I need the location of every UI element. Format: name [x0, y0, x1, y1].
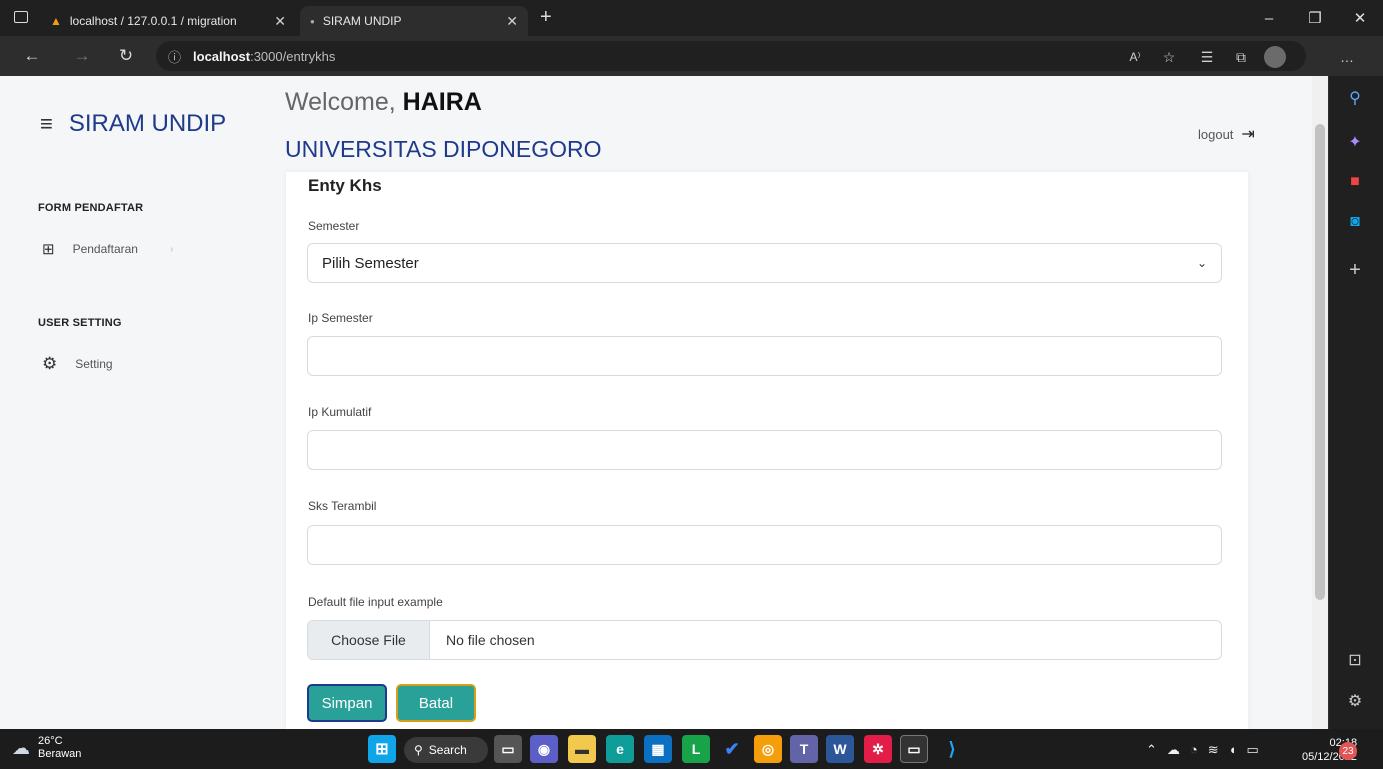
terminal-icon[interactable]: ▭ — [900, 735, 928, 763]
form-icon: ⊞ — [42, 241, 55, 258]
network-icon[interactable]: ◔ — [1190, 742, 1198, 758]
sidebar-item-label: Setting — [75, 357, 113, 371]
cloud-icon: ☁ — [12, 737, 30, 758]
app-l-icon[interactable]: L — [682, 735, 710, 763]
browser-tab-phpmyadmin[interactable]: ▲ localhost / 127.0.0.1 / migration ✕ — [40, 6, 296, 36]
brand-title: SIRAM UNDIP — [68, 110, 227, 137]
read-aloud-icon[interactable]: A⁾ — [1124, 46, 1146, 68]
weather-widget[interactable]: ☁ 26°C Berawan — [12, 735, 81, 761]
section-heading: FORM PENDAFTAR — [38, 202, 144, 214]
ip-kumulatif-input[interactable] — [307, 430, 1222, 470]
more-options-icon[interactable]: … — [1336, 46, 1358, 68]
browser-tab-siram[interactable]: ● SIRAM UNDIP ✕ — [300, 6, 528, 36]
chat-icon[interactable]: ◉ — [530, 735, 558, 763]
store-icon[interactable]: ▦ — [644, 735, 672, 763]
refresh-icon[interactable]: ↻ — [114, 44, 138, 68]
notification-badge[interactable]: 23 — [1339, 742, 1357, 760]
cancel-button[interactable]: Batal — [396, 684, 476, 722]
onedrive-icon[interactable]: ☁ — [1167, 742, 1180, 758]
forward-icon[interactable]: → — [70, 44, 94, 68]
university-name: UNIVERSITAS DIPONEGORO — [285, 136, 602, 162]
favorites-icon[interactable]: ☰ — [1196, 46, 1218, 68]
semester-label: Semester — [308, 219, 360, 233]
ip-semester-label: Ip Semester — [308, 311, 373, 325]
office-icon[interactable]: ■ — [1343, 170, 1367, 194]
file-status: No file chosen — [446, 632, 535, 648]
start-icon[interactable]: ⊞ — [368, 735, 396, 763]
profile-avatar[interactable] — [1264, 46, 1286, 68]
chevron-up-icon[interactable]: ⌃ — [1146, 742, 1157, 758]
collections-icon[interactable]: ⧉ — [1230, 46, 1252, 68]
task-view-icon[interactable]: ▭ — [494, 735, 522, 763]
phpmyadmin-icon: ▲ — [50, 14, 62, 28]
battery-icon[interactable]: ▭ — [1247, 742, 1259, 758]
word-icon[interactable]: W — [826, 735, 854, 763]
sidebar-item-pendaftaran[interactable]: ⊞ Pendaftaran › — [42, 240, 173, 258]
edge-icon[interactable]: e — [606, 735, 634, 763]
restore-icon[interactable]: ❐ — [1292, 0, 1338, 36]
save-button[interactable]: Simpan — [307, 684, 387, 722]
choose-file-button[interactable]: Choose File — [308, 621, 430, 659]
tab-title: SIRAM UNDIP — [322, 14, 402, 28]
ip-kumulatif-label: Ip Kumulatif — [308, 405, 372, 419]
logout-link[interactable]: logout ⇥ — [1198, 124, 1255, 144]
wifi-icon[interactable]: ≋ — [1208, 742, 1219, 758]
copilot-icon[interactable]: ✦ — [1343, 130, 1367, 154]
favorite-star-icon[interactable]: ☆ — [1158, 46, 1180, 68]
close-icon[interactable]: ✕ — [274, 13, 286, 30]
new-tab-icon[interactable]: + — [540, 6, 552, 29]
menu-icon[interactable]: ≡ — [40, 111, 53, 137]
chevron-down-icon: ⌄ — [1196, 256, 1207, 270]
chevron-right-icon: › — [169, 243, 174, 255]
weather-text: Berawan — [38, 748, 82, 760]
window-close-icon[interactable]: ✕ — [1337, 0, 1383, 36]
volume-icon[interactable]: ◖ — [1229, 742, 1237, 758]
search-icon: ⚲ — [414, 743, 423, 757]
xampp-icon[interactable]: ✲ — [864, 735, 892, 763]
teams-icon[interactable]: T — [790, 735, 818, 763]
vscode-icon[interactable]: ⟩ — [938, 735, 966, 763]
gear-icon: ⚙ — [42, 354, 58, 373]
sks-input[interactable] — [307, 525, 1222, 565]
settings-icon[interactable]: ⚙ — [1343, 689, 1367, 713]
file-explorer-icon[interactable]: ▬ — [568, 735, 596, 763]
close-icon[interactable]: ✕ — [506, 13, 518, 30]
user-name: HAIRA — [402, 88, 482, 116]
sks-label: Sks Terambil — [308, 499, 377, 513]
minimize-icon[interactable]: – — [1246, 0, 1292, 36]
info-icon: ⓘ — [168, 49, 182, 65]
form-title: Enty Khs — [308, 176, 382, 195]
url-text: localhost:3000/entrykhs — [193, 48, 336, 64]
tab-title: localhost / 127.0.0.1 / migration — [69, 14, 237, 28]
semester-select[interactable]: Pilih Semester ⌄ — [307, 243, 1222, 283]
outlook-icon[interactable]: ◙ — [1343, 210, 1367, 234]
back-icon[interactable]: ← — [20, 44, 44, 68]
system-tray[interactable]: ⌃ ☁ ◔ ≋ ◖ ▭ — [1146, 742, 1259, 758]
chrome-icon[interactable]: ◎ — [754, 735, 782, 763]
ip-semester-input[interactable] — [307, 336, 1222, 376]
logout-icon: ⇥ — [1241, 126, 1255, 143]
add-icon[interactable]: + — [1343, 258, 1367, 282]
sidebar-item-label: Pendaftaran — [72, 242, 138, 256]
section-heading: USER SETTING — [38, 317, 122, 329]
sidebar-item-setting[interactable]: ⚙ Setting — [42, 354, 113, 374]
hide-sidebar-icon[interactable]: ⊡ — [1343, 648, 1367, 672]
search-icon[interactable]: ⚲ — [1343, 86, 1367, 110]
app-brand: ≡ SIRAM UNDIP — [40, 110, 226, 138]
tab-actions-icon[interactable] — [14, 11, 28, 23]
file-label: Default file input example — [308, 595, 443, 609]
page-icon: ● — [310, 16, 315, 26]
file-input[interactable]: Choose File No file chosen — [307, 620, 1222, 660]
todo-icon[interactable]: ✔ — [718, 735, 746, 763]
temperature: 26°C — [38, 735, 63, 747]
scrollbar-thumb[interactable] — [1315, 124, 1325, 600]
welcome-text: Welcome, HAIRA — [285, 88, 482, 116]
taskbar-search[interactable]: ⚲ Search — [404, 737, 488, 763]
